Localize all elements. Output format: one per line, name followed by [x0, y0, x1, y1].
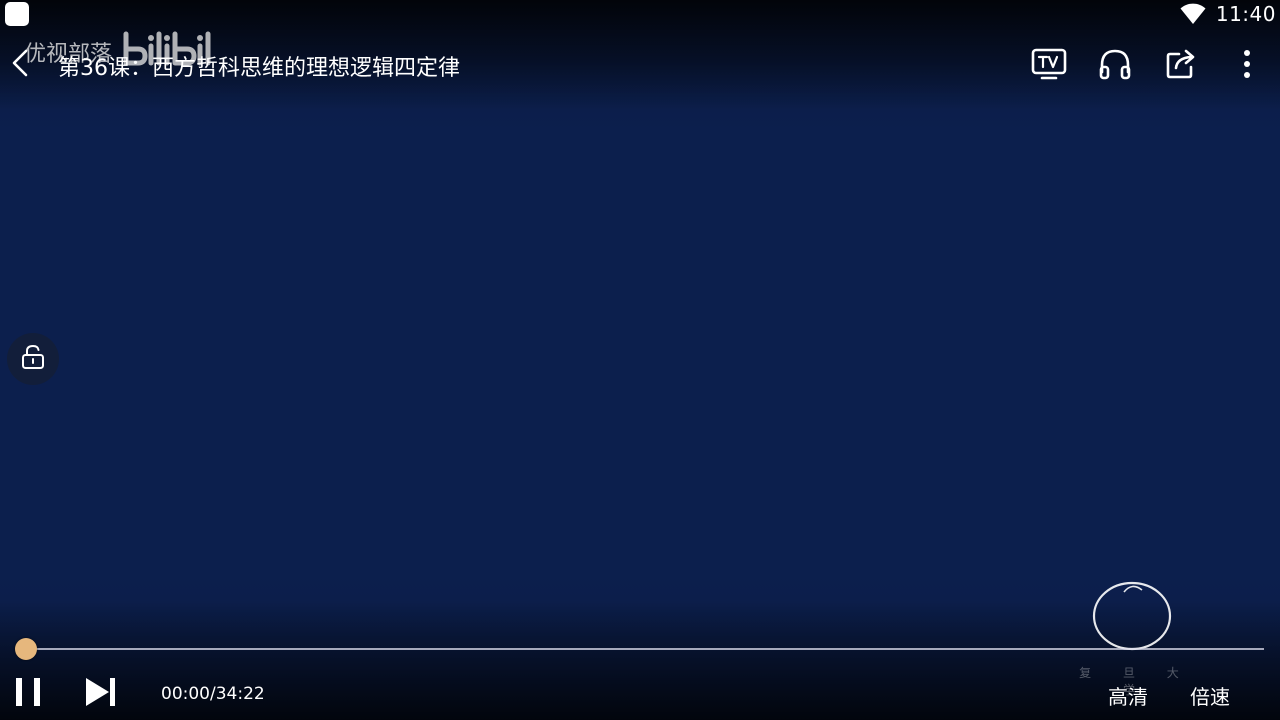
screen-lock-button[interactable] [7, 333, 59, 385]
tv-cast-icon [1031, 48, 1067, 84]
quality-button[interactable]: 高清 [1108, 681, 1148, 710]
progress-thumb[interactable] [15, 638, 37, 660]
share-icon [1165, 48, 1197, 84]
school-seal: 复 旦 大 学 [1076, 572, 1196, 697]
share-button[interactable] [1148, 40, 1214, 92]
pause-button[interactable] [8, 674, 48, 714]
top-actions [1016, 40, 1280, 92]
status-bar-right: 11:40 [1180, 0, 1276, 28]
total-time: 34:22 [215, 684, 265, 704]
video-title: 第36课：西方哲科思维的理想逻辑四定律 [58, 56, 460, 81]
current-time: 00:00 [161, 684, 210, 704]
back-button[interactable] [4, 46, 36, 84]
progress-track[interactable] [26, 648, 1264, 650]
headphones-icon [1098, 48, 1132, 84]
app-notification-icon [5, 2, 29, 26]
time-readout: 00:00/34:22 [161, 684, 265, 704]
wifi-icon [1180, 3, 1206, 25]
more-options-button[interactable] [1214, 40, 1280, 92]
speed-button[interactable]: 倍速 [1190, 681, 1230, 710]
unlock-icon [21, 344, 45, 374]
skip-next-icon [83, 676, 117, 712]
audio-mode-button[interactable] [1082, 40, 1148, 92]
tv-cast-button[interactable] [1016, 40, 1082, 92]
pause-icon [12, 676, 44, 712]
chevron-left-icon [10, 48, 30, 82]
status-time: 11:40 [1215, 2, 1276, 26]
more-icon [1243, 49, 1251, 83]
next-episode-button[interactable] [80, 674, 120, 714]
